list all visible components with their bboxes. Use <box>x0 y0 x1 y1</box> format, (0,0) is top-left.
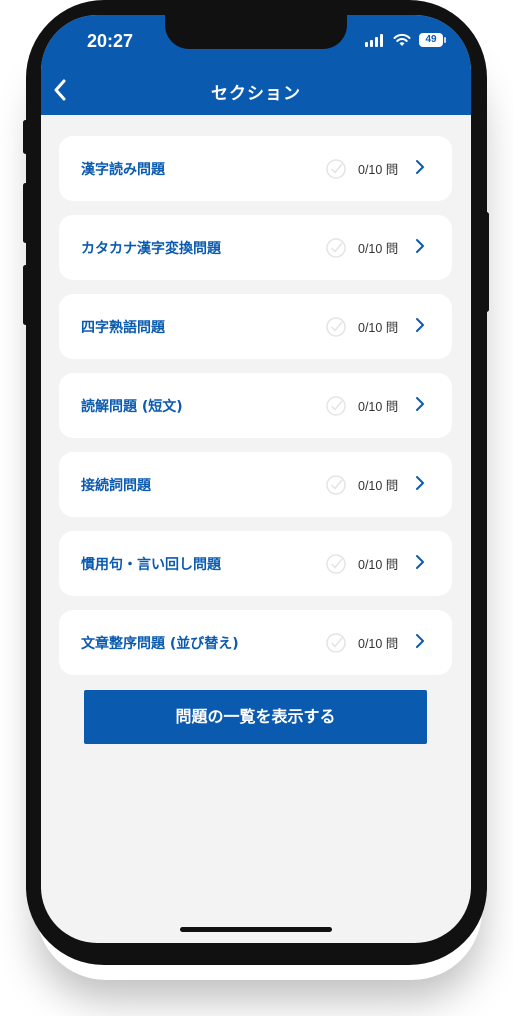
chevron-right-icon <box>416 634 424 648</box>
chevron-right-icon <box>416 397 424 411</box>
signal-icon <box>365 33 385 47</box>
chevron-right-icon <box>416 555 424 569</box>
section-label: 接続詞問題 <box>81 477 151 494</box>
section-item[interactable]: 読解問題 (短文) 0/10 問 <box>59 373 452 438</box>
chevron-right-icon <box>416 160 424 174</box>
chevron-right-icon <box>416 239 424 253</box>
section-label: 慣用句・言い回し問題 <box>81 556 221 573</box>
section-item[interactable]: 慣用句・言い回し問題 0/10 問 <box>59 531 452 596</box>
chevron-right-icon <box>416 318 424 332</box>
page-title: セクション <box>211 84 301 104</box>
check-circle-icon <box>326 554 346 574</box>
status-time: 20:27 <box>87 31 134 51</box>
progress-count: 0/10 問 <box>358 242 399 256</box>
show-question-list-button[interactable]: 問題の一覧を表示する <box>84 690 427 744</box>
home-indicator[interactable] <box>180 927 332 932</box>
volume-down-button <box>23 265 28 325</box>
volume-up-button <box>23 183 28 243</box>
check-circle-icon <box>326 159 346 179</box>
check-circle-icon <box>326 238 346 258</box>
check-circle-icon <box>326 633 346 653</box>
progress-count: 0/10 問 <box>358 637 399 651</box>
section-label: 文章整序問題 (並び替え) <box>81 635 239 652</box>
check-circle-icon <box>326 396 346 416</box>
progress-count: 0/10 問 <box>358 479 399 493</box>
section-list: 漢字読み問題 0/10 問 カタカナ漢字変換問題 0/10 問 四字熟語問題 0… <box>59 136 452 689</box>
section-item[interactable]: カタカナ漢字変換問題 0/10 問 <box>59 215 452 280</box>
notch <box>165 15 347 49</box>
section-label: 読解問題 (短文) <box>81 398 183 415</box>
section-item[interactable]: 漢字読み問題 0/10 問 <box>59 136 452 201</box>
app-header: 20:27 49 セクション <box>41 15 471 115</box>
status-icons: 49 <box>365 33 446 47</box>
section-label: カタカナ漢字変換問題 <box>81 240 221 257</box>
wifi-icon <box>393 33 411 46</box>
check-circle-icon <box>326 317 346 337</box>
progress-count: 0/10 問 <box>358 321 399 335</box>
section-item[interactable]: 接続詞問題 0/10 問 <box>59 452 452 517</box>
battery-icon: 49 <box>419 33 446 47</box>
section-label: 四字熟語問題 <box>81 319 165 336</box>
progress-count: 0/10 問 <box>358 163 399 177</box>
chevron-right-icon <box>416 476 424 490</box>
check-circle-icon <box>326 475 346 495</box>
mute-switch <box>23 120 28 154</box>
power-button <box>484 212 489 312</box>
progress-count: 0/10 問 <box>358 558 399 572</box>
section-item[interactable]: 四字熟語問題 0/10 問 <box>59 294 452 359</box>
section-label: 漢字読み問題 <box>81 161 165 178</box>
section-item[interactable]: 文章整序問題 (並び替え) 0/10 問 <box>59 610 452 675</box>
screen: 20:27 49 セクション 漢字読み問題 0/10 問 カタカナ漢字変換問題 … <box>41 15 471 943</box>
progress-count: 0/10 問 <box>358 400 399 414</box>
